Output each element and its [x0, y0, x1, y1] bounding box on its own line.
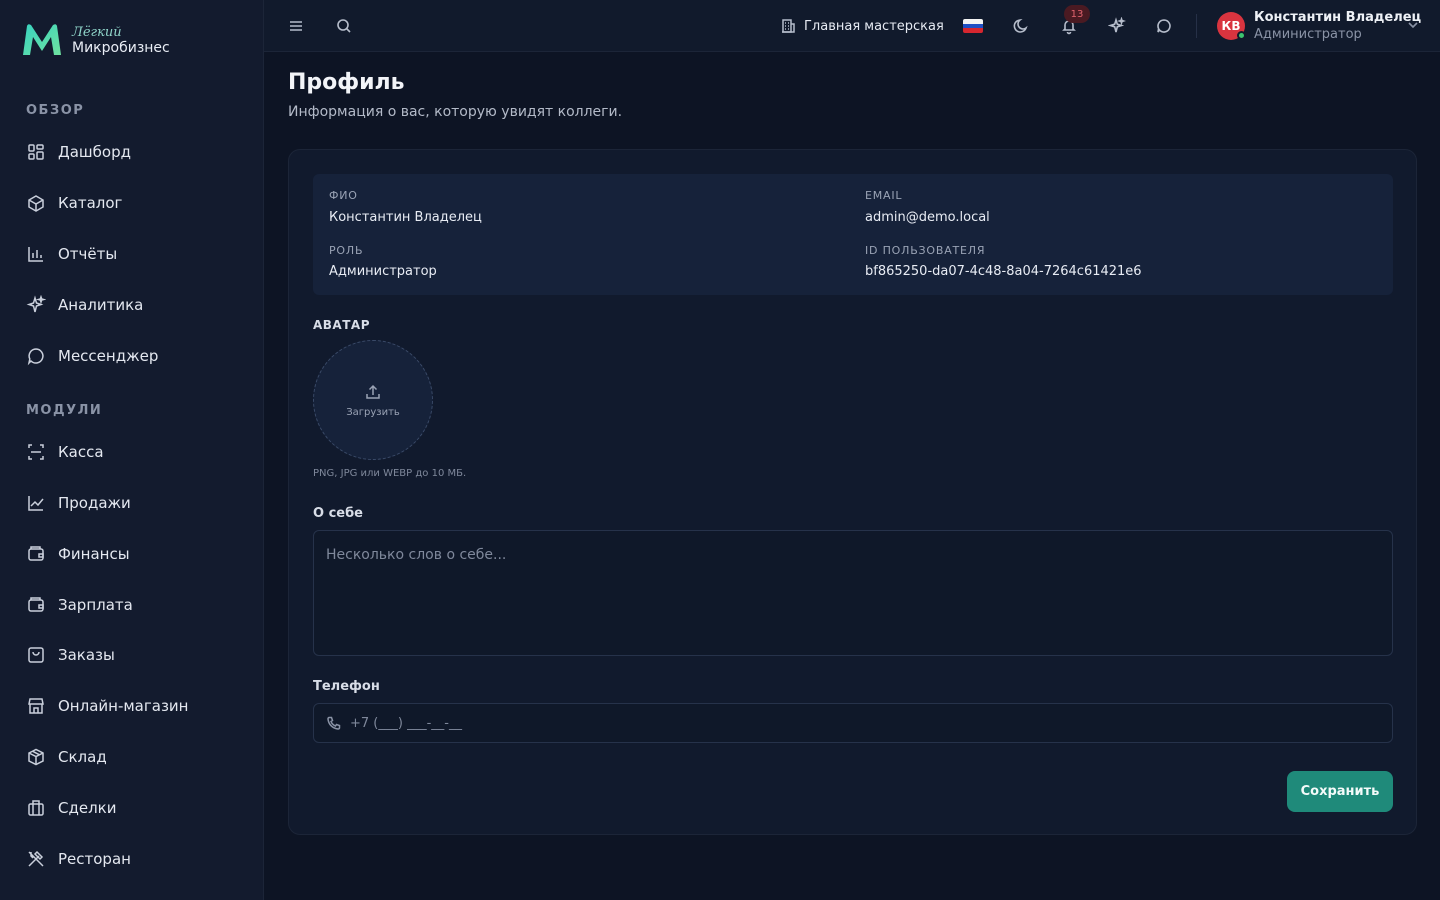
sidebar-item-label: Продажи	[58, 494, 131, 512]
online-status-dot	[1237, 31, 1246, 40]
section-title-overview: ОБЗОР	[26, 103, 85, 118]
profile-info-box: ФИО Константин Владелец EMAIL admin@demo…	[313, 174, 1393, 295]
avatar-hint: PNG, JPG или WEBP до 10 МБ.	[313, 468, 467, 479]
ai-assistant-button[interactable]	[1105, 14, 1129, 38]
sidebar-item-label: Сделки	[58, 799, 117, 817]
user-id-label: ID ПОЛЬЗОВАТЕЛЯ	[865, 244, 986, 257]
sidebar-item-orders[interactable]: Заказы	[26, 640, 115, 670]
sidebar-item-label: Касса	[58, 443, 104, 461]
sidebar: Лёгкий Микробизнес ОБЗОР Дашборд Каталог…	[0, 0, 264, 900]
role-value: Администратор	[329, 264, 437, 279]
phone-label: Телефон	[313, 679, 380, 694]
dashboard-icon	[28, 144, 44, 160]
full-name-label: ФИО	[329, 189, 358, 202]
sidebar-item-analytics[interactable]: Аналитика	[26, 290, 143, 320]
finance-icon	[28, 546, 44, 561]
about-label: О себе	[313, 506, 363, 521]
sidebar-item-reports[interactable]: Отчёты	[26, 239, 117, 269]
phone-field	[313, 703, 1393, 743]
search-button[interactable]	[332, 14, 356, 38]
phone-input[interactable]	[350, 704, 1380, 742]
chevron-down-icon[interactable]	[1406, 18, 1420, 32]
chat-button[interactable]	[1152, 14, 1176, 38]
brand-bottom: Микробизнес	[72, 39, 170, 56]
sidebar-item-label: Зарплата	[58, 596, 133, 614]
profile-card: ФИО Константин Владелец EMAIL admin@demo…	[288, 149, 1417, 835]
catalog-icon	[28, 195, 44, 212]
search-icon	[337, 19, 351, 33]
user-id-value: bf865250-da07-4c48-8a04-7264c61421e6	[865, 264, 1142, 279]
user-role: Администратор	[1254, 27, 1362, 42]
sidebar-item-label: Заказы	[58, 646, 115, 664]
reports-icon	[28, 247, 43, 262]
phone-icon	[327, 716, 341, 730]
sidebar-item-label: Каталог	[58, 194, 123, 212]
workspace-name: Главная мастерская	[804, 18, 944, 34]
sidebar-item-label: Ресторан	[58, 850, 131, 868]
notification-count-badge: 13	[1064, 5, 1090, 23]
topbar-divider	[1196, 14, 1197, 38]
page-title: Профиль	[288, 70, 405, 95]
user-name[interactable]: Константин Владелец	[1254, 10, 1421, 25]
brand-top: Лёгкий	[72, 24, 122, 40]
avatar-upload-button[interactable]: Загрузить	[313, 340, 433, 460]
about-textarea[interactable]	[313, 530, 1393, 656]
section-title-modules: МОДУЛИ	[26, 403, 103, 418]
moon-icon	[1013, 19, 1028, 33]
warehouse-icon	[28, 748, 44, 766]
menu-toggle-button[interactable]	[284, 14, 308, 38]
email-value: admin@demo.local	[865, 210, 990, 225]
sidebar-item-label: Мессенджер	[58, 347, 159, 365]
sidebar-item-label: Финансы	[58, 545, 130, 563]
deals-icon	[28, 800, 44, 816]
menu-icon	[290, 21, 302, 31]
upload-label: Загрузить	[346, 406, 400, 418]
sidebar-item-salary[interactable]: Зарплата	[26, 590, 133, 620]
top-bar: Главная мастерская 13 КВ Константин Влад…	[264, 0, 1440, 52]
sidebar-item-deals[interactable]: Сделки	[26, 793, 116, 823]
sidebar-item-messenger[interactable]: Мессенджер	[26, 341, 158, 371]
sidebar-item-cashier[interactable]: Касса	[26, 437, 104, 467]
chat-icon	[1157, 19, 1171, 33]
sidebar-item-finance[interactable]: Финансы	[26, 539, 130, 569]
sidebar-item-label: Дашборд	[58, 143, 131, 161]
salary-icon	[28, 597, 44, 612]
language-flag-ru[interactable]	[963, 19, 983, 33]
save-button[interactable]: Сохранить	[1287, 771, 1393, 812]
brand-logo[interactable]: Лёгкий Микробизнес	[20, 20, 170, 60]
workspace-selector[interactable]: Главная мастерская	[780, 14, 944, 38]
orders-icon	[28, 647, 44, 663]
sidebar-item-label: Аналитика	[58, 296, 144, 314]
email-label: EMAIL	[865, 189, 903, 202]
analytics-icon	[26, 295, 46, 313]
brand-logo-icon	[23, 24, 61, 55]
role-label: РОЛЬ	[329, 244, 364, 257]
sidebar-item-sales[interactable]: Продажи	[26, 488, 131, 518]
building-icon	[782, 19, 795, 33]
cashier-icon	[28, 444, 44, 460]
sidebar-item-warehouse[interactable]: Склад	[26, 742, 107, 772]
sparkles-icon	[1108, 17, 1126, 33]
full-name-value: Константин Владелец	[329, 210, 482, 225]
sidebar-item-label: Склад	[58, 748, 107, 766]
sidebar-item-store[interactable]: Онлайн-магазин	[26, 691, 188, 721]
sidebar-item-restaurant[interactable]: Ресторан	[26, 844, 131, 874]
sidebar-item-label: Онлайн-магазин	[58, 697, 189, 715]
sales-icon	[28, 496, 44, 511]
sidebar-item-dashboard[interactable]: Дашборд	[26, 137, 131, 167]
store-icon	[28, 698, 44, 714]
restaurant-icon	[28, 850, 44, 867]
upload-icon	[366, 384, 380, 399]
sidebar-item-label: Отчёты	[58, 245, 118, 263]
theme-toggle-button[interactable]	[1009, 14, 1033, 38]
page-subtitle: Информация о вас, которую увидят коллеги…	[288, 104, 623, 120]
avatar-label: АВАТАР	[313, 318, 370, 332]
messenger-icon	[27, 348, 44, 366]
sidebar-item-catalog[interactable]: Каталог	[26, 188, 122, 218]
